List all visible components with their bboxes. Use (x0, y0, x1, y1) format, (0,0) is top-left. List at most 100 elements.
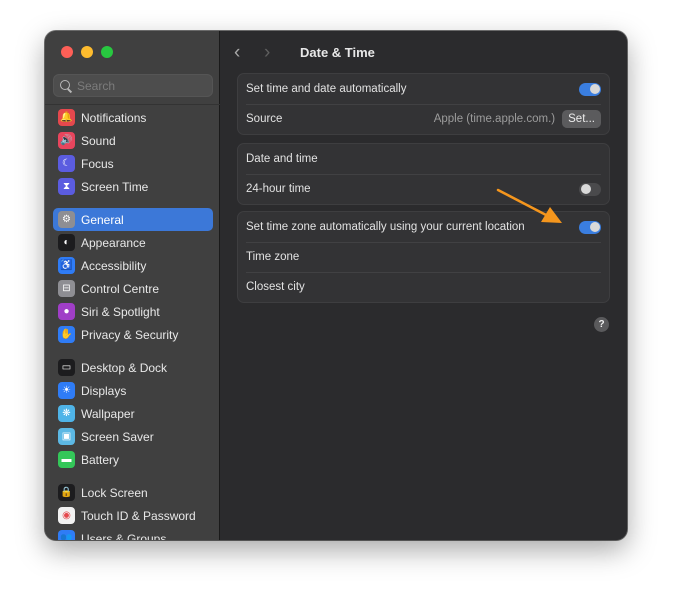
automatic-time-group: Set time and date automatically Source A… (237, 73, 610, 135)
page-title: Date & Time (300, 44, 375, 60)
row-label: Closest city (246, 281, 305, 293)
back-button[interactable]: ‹ (234, 43, 264, 62)
sidebar-item-battery[interactable]: ▬ Battery (53, 448, 213, 471)
bell-icon: 🔔 (58, 109, 75, 126)
sidebar-item-label: Control Centre (81, 281, 160, 296)
sidebar-item-desktop-and-dock[interactable]: ▭ Desktop & Dock (53, 356, 213, 379)
24-hour-time-row: 24-hour time (238, 174, 609, 204)
sidebar-item-appearance[interactable]: ◐ Appearance (53, 231, 213, 254)
sidebar-group: ▭ Desktop & Dock ☀ Displays ❋ Wallpaper ▣ Scree… (53, 356, 213, 471)
main-pane: ‹ › Date & Time Set time and date automa… (220, 31, 627, 540)
toggle-knob (589, 222, 600, 232)
set-time-automatically-toggle[interactable] (579, 82, 601, 96)
row-label: Source (246, 113, 283, 125)
source-row: Source Apple (time.apple.com.) Set... (238, 104, 609, 134)
sidebar-item-label: Users & Groups (81, 531, 167, 541)
forward-button[interactable]: › (264, 43, 294, 62)
sidebar-group: ⚙ General ◐ Appearance ♿ Accessibility ⊟ Contro… (53, 208, 213, 346)
flower-icon: ❋ (58, 405, 75, 422)
sidebar-nav: 🔔 Notifications 🔊 Sound ☾ Focus ⧗ Screen Time ⚙ G… (53, 106, 213, 540)
row-label: 24-hour time (246, 183, 311, 195)
row-label: Set time zone automatically using your c… (246, 221, 525, 233)
sidebar-item-label: Lock Screen (81, 485, 148, 500)
sidebar-item-control-centre[interactable]: ⊟ Control Centre (53, 277, 213, 300)
sidebar-item-label: Screen Time (81, 179, 149, 194)
sidebar-item-label: Appearance (81, 235, 146, 250)
date-and-time-row[interactable]: Date and time (238, 144, 609, 174)
sidebar-item-label: Battery (81, 452, 120, 467)
toggle-knob (580, 184, 591, 194)
set-source-button[interactable]: Set... (562, 110, 601, 128)
date-format-group: Date and time 24-hour time (237, 143, 610, 205)
control-centre-icon: ⊟ (58, 280, 75, 297)
sidebar-group: 🔔 Notifications 🔊 Sound ☾ Focus ⧗ Screen Time (53, 106, 213, 198)
lock-icon: 🔒 (58, 484, 75, 501)
siri-icon: ● (58, 303, 75, 320)
closest-city-row[interactable]: Closest city (238, 272, 609, 302)
sidebar-item-label: Accessibility (81, 258, 147, 273)
toggle-knob (589, 84, 600, 94)
row-label: Date and time (246, 153, 318, 165)
time-zone-row[interactable]: Time zone (238, 242, 609, 272)
sidebar-item-label: Privacy & Security (81, 327, 179, 342)
sidebar-item-accessibility[interactable]: ♿ Accessibility (53, 254, 213, 277)
sidebar-item-notifications[interactable]: 🔔 Notifications (53, 106, 213, 129)
sidebar-item-label: Siri & Spotlight (81, 304, 160, 319)
time-zone-group: Set time zone automatically using your c… (237, 211, 610, 303)
users-icon: 👥 (58, 530, 75, 540)
sidebar-item-screen-time[interactable]: ⧗ Screen Time (53, 175, 213, 198)
sidebar-item-displays[interactable]: ☀ Displays (53, 379, 213, 402)
screen-saver-icon: ▣ (58, 428, 75, 445)
sidebar-item-label: General (81, 212, 124, 227)
toolbar: ‹ › Date & Time (234, 41, 375, 63)
sidebar-item-label: Screen Saver (81, 429, 154, 444)
hourglass-icon: ⧗ (58, 178, 75, 195)
sidebar-item-label: Displays (81, 383, 127, 398)
battery-icon: ▬ (58, 451, 75, 468)
traffic-lights (61, 46, 113, 58)
sidebar-item-sound[interactable]: 🔊 Sound (53, 129, 213, 152)
help-button[interactable]: ? (594, 317, 609, 332)
auto-time-zone-row: Set time zone automatically using your c… (238, 212, 609, 242)
sidebar-item-screen-saver[interactable]: ▣ Screen Saver (53, 425, 213, 448)
row-label: Set time and date automatically (246, 83, 407, 95)
accessibility-icon: ♿ (58, 257, 75, 274)
sidebar-item-siri-and-spotlight[interactable]: ● Siri & Spotlight (53, 300, 213, 323)
dock-icon: ▭ (58, 359, 75, 376)
sidebar-item-label: Notifications (81, 110, 147, 125)
close-button[interactable] (61, 46, 73, 58)
moon-icon: ☾ (58, 155, 75, 172)
sidebar-item-privacy-and-security[interactable]: ✋ Privacy & Security (53, 323, 213, 346)
24-hour-time-toggle[interactable] (579, 182, 601, 196)
minimize-button[interactable] (81, 46, 93, 58)
hand-icon: ✋ (58, 326, 75, 343)
sidebar-item-wallpaper[interactable]: ❋ Wallpaper (53, 402, 213, 425)
sidebar: 🔔 Notifications 🔊 Sound ☾ Focus ⧗ Screen Time ⚙ G… (45, 31, 220, 540)
source-value: Apple (time.apple.com.) (433, 113, 556, 125)
system-settings-window: 🔔 Notifications 🔊 Sound ☾ Focus ⧗ Screen Time ⚙ G… (45, 31, 627, 540)
sidebar-item-focus[interactable]: ☾ Focus (53, 152, 213, 175)
sidebar-divider (45, 104, 220, 105)
sidebar-item-label: Focus (81, 156, 114, 171)
sidebar-group: 🔒 Lock Screen ◉ Touch ID & Password 👥 Users &… (53, 481, 213, 540)
auto-time-zone-toggle[interactable] (579, 220, 601, 234)
appearance-icon: ◐ (58, 234, 75, 251)
sidebar-item-general[interactable]: ⚙ General (53, 208, 213, 231)
speaker-icon: 🔊 (58, 132, 75, 149)
sidebar-item-label: Desktop & Dock (81, 360, 168, 375)
sidebar-item-label: Wallpaper (81, 406, 135, 421)
set-time-automatically-row: Set time and date automatically (238, 74, 609, 104)
sidebar-item-label: Sound (81, 133, 116, 148)
maximize-button[interactable] (101, 46, 113, 58)
search-field[interactable] (53, 74, 213, 97)
sidebar-item-lock-screen[interactable]: 🔒 Lock Screen (53, 481, 213, 504)
sun-icon: ☀ (58, 382, 75, 399)
sidebar-item-users-and-groups[interactable]: 👥 Users & Groups (53, 527, 213, 540)
fingerprint-icon: ◉ (58, 507, 75, 524)
gear-icon: ⚙ (58, 211, 75, 228)
sidebar-item-touch-id-and-password[interactable]: ◉ Touch ID & Password (53, 504, 213, 527)
search-input[interactable] (77, 78, 207, 93)
row-label: Time zone (246, 251, 300, 263)
search-icon (60, 79, 72, 92)
sidebar-item-label: Touch ID & Password (81, 508, 196, 523)
